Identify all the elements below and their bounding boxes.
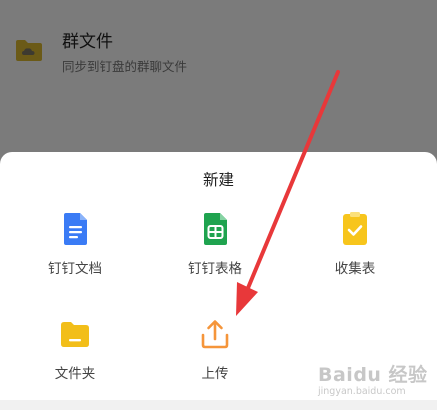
new-folder[interactable]: 文件夹 <box>20 317 130 397</box>
group-files-row: 群文件 同步到钉盘的群聊文件 <box>0 0 437 100</box>
folder-icon <box>61 322 89 347</box>
doc-icon <box>64 213 87 245</box>
new-dingtalk-sheet[interactable]: 钉钉表格 <box>160 212 270 292</box>
group-files-title: 群文件 <box>62 32 113 52</box>
new-collect-form[interactable]: 收集表 <box>300 212 410 292</box>
item-label: 钉钉文档 <box>48 261 102 277</box>
sheet-icon <box>204 213 227 245</box>
sheet-title: 新建 <box>202 171 234 189</box>
new-dingtalk-doc[interactable]: 钉钉文档 <box>20 212 130 292</box>
watermark-text: Baidu 经验 <box>318 364 428 386</box>
watermark-sub: jingyan.baidu.com <box>318 386 406 397</box>
item-label: 上传 <box>201 366 229 382</box>
item-label: 收集表 <box>334 261 376 277</box>
watermark: Baidu 经验 jingyan.baidu.com <box>318 356 433 402</box>
group-files-subtitle: 同步到钉盘的群聊文件 <box>62 59 188 74</box>
item-label: 钉钉表格 <box>188 261 242 277</box>
upload-icon <box>201 320 229 349</box>
form-check-icon <box>343 212 367 245</box>
upload-button[interactable]: 上传 <box>160 317 270 397</box>
item-label: 文件夹 <box>54 366 96 382</box>
folder-cloud-icon <box>16 40 42 61</box>
